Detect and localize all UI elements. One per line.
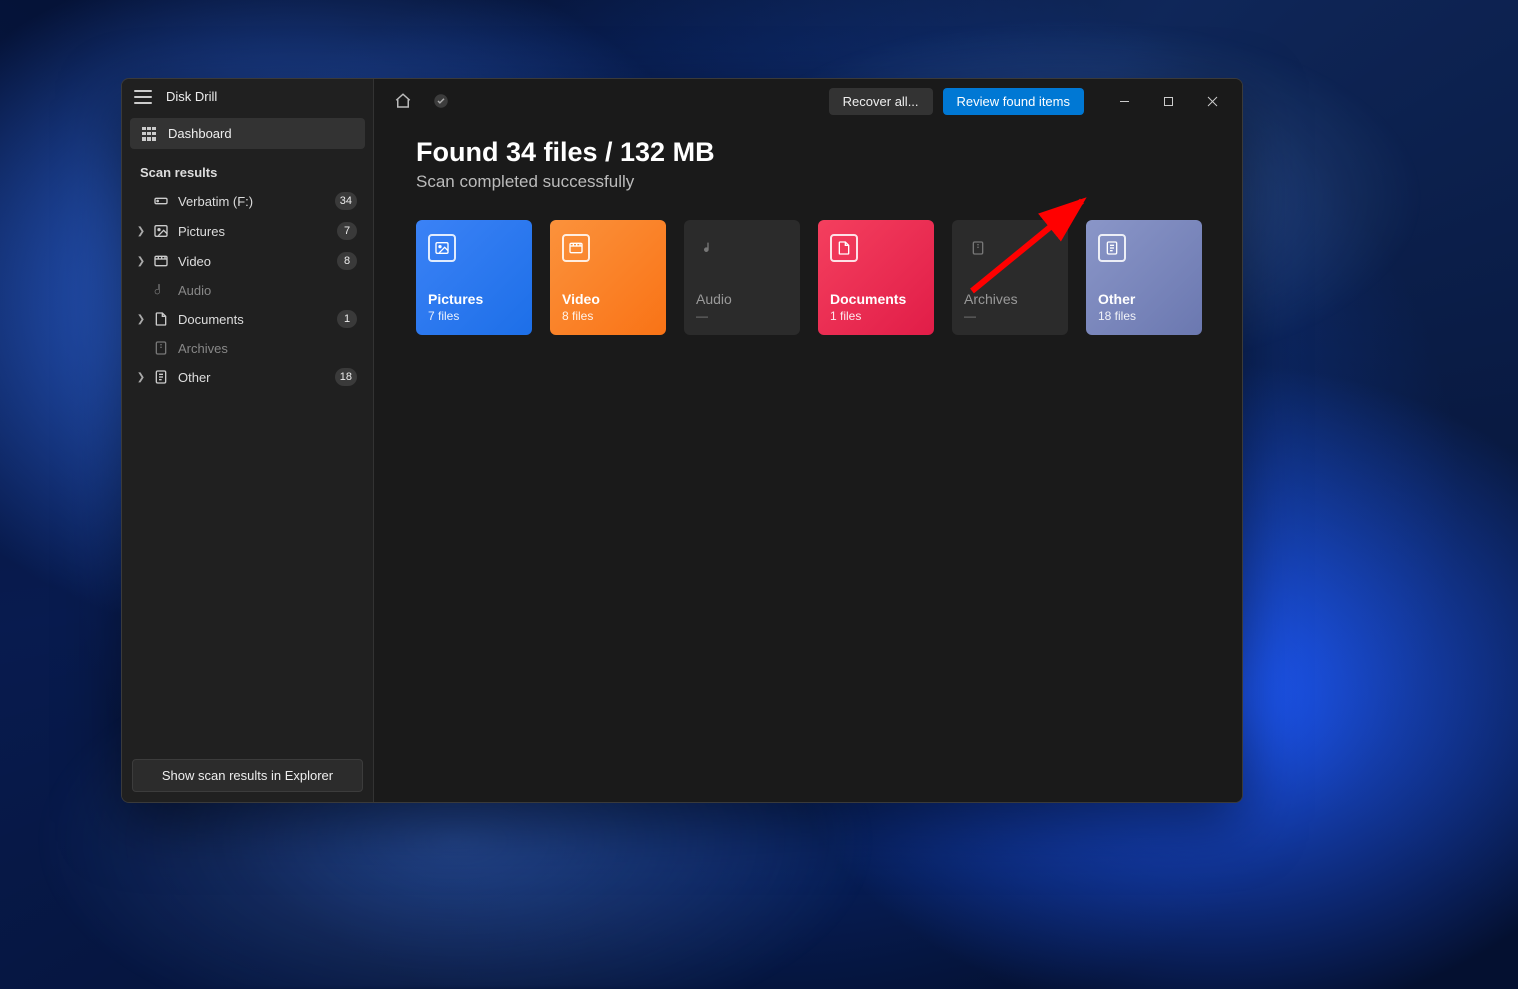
main-panel: Recover all... Review found items Found …	[374, 79, 1243, 802]
tree-item-label: Pictures	[178, 224, 337, 239]
tree-item-audio[interactable]: Audio	[130, 276, 365, 304]
tree-item-label: Other	[178, 370, 335, 385]
recover-all-button[interactable]: Recover all...	[829, 88, 933, 115]
card-title: Other	[1098, 291, 1190, 307]
card-title: Pictures	[428, 291, 520, 307]
card-documents[interactable]: Documents 1 files	[818, 220, 934, 335]
image-icon	[152, 223, 170, 239]
content-area: Found 34 files / 132 MB Scan completed s…	[374, 123, 1243, 349]
card-count: —	[964, 309, 1056, 323]
card-count: 18 files	[1098, 309, 1190, 323]
card-count: —	[696, 309, 788, 323]
tree-item-pictures[interactable]: ❯ Pictures7	[130, 216, 365, 246]
chevron-right-icon: ❯	[134, 372, 148, 383]
window-controls	[1102, 86, 1234, 116]
other-icon	[152, 369, 170, 385]
drive-icon	[152, 193, 170, 209]
card-title: Documents	[830, 291, 922, 307]
other-icon	[1098, 234, 1126, 262]
scan-results-tree: Verbatim (F:)34 ❯ Pictures7 ❯ Video8 Audio ❯ Do…	[122, 186, 373, 392]
minimize-button[interactable]	[1102, 86, 1146, 116]
card-title: Video	[562, 291, 654, 307]
home-icon[interactable]	[392, 90, 414, 112]
count-badge: 18	[335, 368, 357, 386]
card-title: Audio	[696, 291, 788, 307]
tree-item-video[interactable]: ❯ Video8	[130, 246, 365, 276]
chevron-right-icon: ❯	[134, 256, 148, 267]
tree-item-other[interactable]: ❯ Other18	[130, 362, 365, 392]
archive-icon	[152, 340, 170, 356]
card-other[interactable]: Other 18 files	[1086, 220, 1202, 335]
archive-icon	[964, 234, 992, 262]
doc-icon	[830, 234, 858, 262]
chevron-right-icon: ❯	[134, 226, 148, 237]
audio-icon	[696, 234, 724, 262]
card-title: Archives	[964, 291, 1056, 307]
card-audio[interactable]: Audio —	[684, 220, 800, 335]
sidebar-header: Disk Drill	[122, 79, 373, 114]
chevron-right-icon: ❯	[134, 314, 148, 325]
tree-item-label: Verbatim (F:)	[178, 194, 335, 209]
card-archives[interactable]: Archives —	[952, 220, 1068, 335]
card-video[interactable]: Video 8 files	[550, 220, 666, 335]
doc-icon	[152, 311, 170, 327]
nav-dashboard-label: Dashboard	[168, 126, 232, 141]
card-count: 1 files	[830, 309, 922, 323]
dashboard-icon	[142, 127, 156, 141]
review-found-items-button[interactable]: Review found items	[943, 88, 1084, 115]
tree-item-documents[interactable]: ❯ Documents1	[130, 304, 365, 334]
audio-icon	[152, 282, 170, 298]
scan-results-heading: Scan results	[122, 153, 373, 186]
menu-icon[interactable]	[134, 90, 152, 104]
sidebar-nav: Dashboard	[122, 114, 373, 153]
card-count: 8 files	[562, 309, 654, 323]
card-pictures[interactable]: Pictures 7 files	[416, 220, 532, 335]
tree-item-label: Video	[178, 254, 337, 269]
close-button[interactable]	[1190, 86, 1234, 116]
video-icon	[152, 253, 170, 269]
count-badge: 8	[337, 252, 357, 270]
app-window: Disk Drill Dashboard Scan results Verbat…	[121, 78, 1243, 803]
show-in-explorer-button[interactable]: Show scan results in Explorer	[132, 759, 363, 792]
app-title: Disk Drill	[166, 89, 217, 104]
nav-dashboard[interactable]: Dashboard	[130, 118, 365, 149]
scan-status-icon[interactable]	[430, 90, 452, 112]
results-subhead: Scan completed successfully	[416, 172, 1202, 192]
tree-item-archives[interactable]: Archives	[130, 334, 365, 362]
toolbar: Recover all... Review found items	[374, 79, 1243, 123]
tree-item-label: Audio	[178, 283, 357, 298]
tree-item-label: Archives	[178, 341, 357, 356]
count-badge: 34	[335, 192, 357, 210]
image-icon	[428, 234, 456, 262]
tree-item-label: Documents	[178, 312, 337, 327]
tree-item-verbatim-f-[interactable]: Verbatim (F:)34	[130, 186, 365, 216]
video-icon	[562, 234, 590, 262]
count-badge: 7	[337, 222, 357, 240]
maximize-button[interactable]	[1146, 86, 1190, 116]
category-cards: Pictures 7 files Video 8 files Audio — Documen…	[416, 220, 1202, 335]
card-count: 7 files	[428, 309, 520, 323]
count-badge: 1	[337, 310, 357, 328]
sidebar: Disk Drill Dashboard Scan results Verbat…	[122, 79, 374, 802]
results-headline: Found 34 files / 132 MB	[416, 137, 1202, 168]
